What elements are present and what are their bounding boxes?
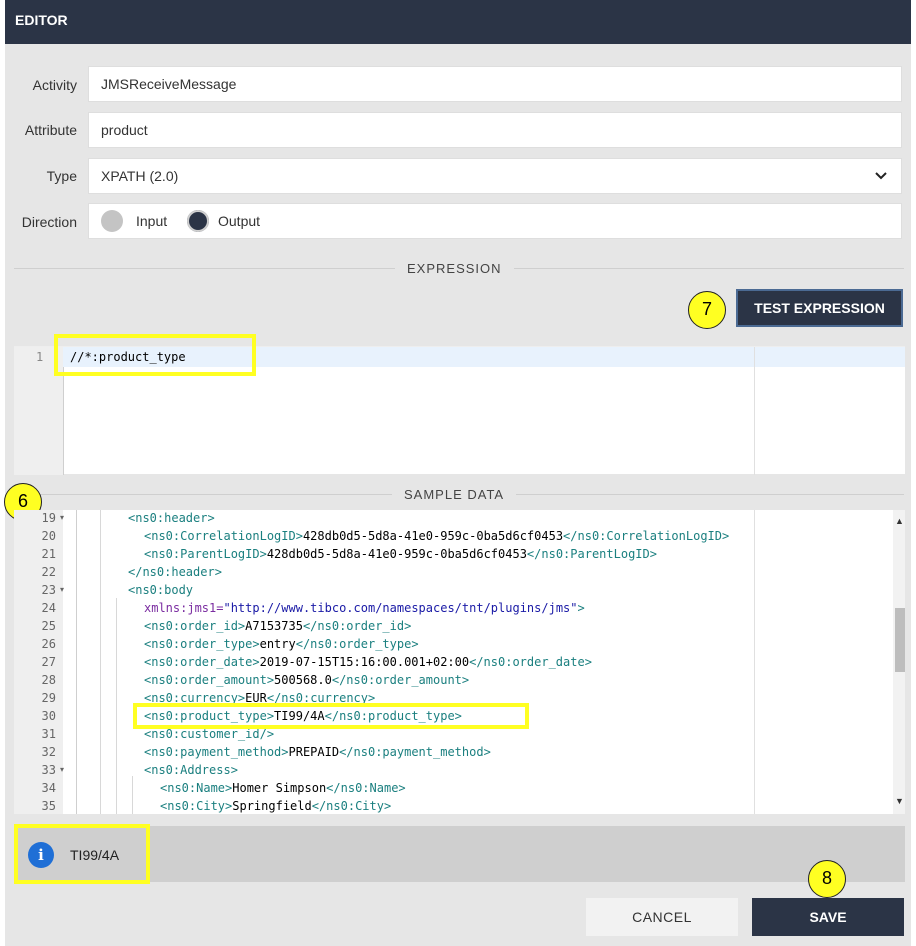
code-line-34: <ns0:Name>Homer Simpson</ns0:Name> (160, 781, 406, 795)
code-line-28: <ns0:order_amount>500568.0</ns0:order_am… (144, 673, 470, 687)
direction-output-radio[interactable] (187, 210, 209, 232)
direction-output-label: Output (218, 213, 261, 229)
direction-input-label: Input (136, 213, 168, 229)
code-line-20: <ns0:CorrelationLogID>428db0d5-5d8a-41e0… (144, 529, 730, 543)
fold-toggle-icon[interactable]: ▾ (60, 581, 64, 599)
editor-header: EDITOR (5, 0, 911, 44)
cancel-button[interactable]: CANCEL (586, 898, 738, 936)
line-number-32: 32 (41, 745, 56, 759)
line-number-23: 23 (41, 583, 56, 597)
line-number-19: 19 (41, 511, 56, 525)
editor-title: EDITOR (15, 12, 68, 28)
line-number-29: 29 (41, 691, 56, 705)
line-number-24: 24 (41, 601, 56, 615)
line-number-35: 35 (41, 799, 56, 813)
code-line-27: <ns0:order_date>2019-07-15T15:16:00.001+… (144, 655, 592, 669)
scroll-up-icon[interactable]: ▲ (895, 516, 904, 526)
line-number-28: 28 (41, 673, 56, 687)
code-line-21: <ns0:ParentLogID>428db0d5-5d8a-41e0-959c… (144, 547, 657, 561)
fold-toggle-icon[interactable]: ▾ (60, 761, 64, 779)
expression-highlight (54, 334, 256, 376)
attribute-label: Attribute (24, 122, 77, 138)
line-number-31: 31 (41, 727, 56, 741)
type-value: XPATH (2.0) (101, 168, 179, 184)
sample-section-label: SAMPLE DATA (392, 487, 517, 502)
code-line-25: <ns0:order_id>A7153735</ns0:order_id> (144, 619, 412, 633)
line-number-22: 22 (41, 565, 56, 579)
test-expression-button[interactable]: TEST EXPRESSION (736, 289, 903, 327)
save-button[interactable]: SAVE (752, 898, 904, 936)
chevron-down-icon (875, 159, 887, 205)
line-number-30: 30 (41, 709, 56, 723)
attribute-field[interactable]: product (88, 112, 902, 148)
code-line-35: <ns0:City>Springfield</ns0:City> (160, 799, 392, 813)
callout-7: 7 (688, 291, 726, 329)
line-number-33: 33 (41, 763, 56, 777)
code-line-23: <ns0:body (128, 583, 194, 597)
code-line-19: <ns0:header> (128, 511, 215, 525)
direction-label: Direction (21, 214, 77, 230)
activity-field[interactable]: JMSReceiveMessage (88, 66, 902, 102)
code-line-22: </ns0:header> (128, 565, 222, 579)
line-number-21: 21 (41, 547, 56, 561)
line-number-34: 34 (41, 781, 56, 795)
line-number-25: 25 (41, 619, 56, 633)
activity-value: JMSReceiveMessage (101, 76, 237, 92)
code-line-33: <ns0:Address> (144, 763, 238, 777)
fold-toggle-icon[interactable]: ▾ (60, 510, 64, 527)
direction-field (88, 203, 902, 239)
activity-label: Activity (32, 77, 77, 93)
scroll-down-icon[interactable]: ▼ (895, 796, 904, 806)
product-type-highlight (133, 703, 529, 729)
type-label: Type (46, 168, 77, 184)
callout-8: 8 (808, 860, 846, 898)
line-number-27: 27 (41, 655, 56, 669)
code-line-26: <ns0:order_type>entry</ns0:order_type> (144, 637, 419, 651)
line-number: 1 (36, 350, 44, 364)
sample-scrollbar[interactable]: ▲ ▼ (893, 510, 905, 814)
code-line-24: xmlns:jms1="http://www.tibco.com/namespa… (144, 601, 585, 615)
attribute-value: product (101, 122, 148, 138)
line-number-20: 20 (41, 529, 56, 543)
direction-input-radio[interactable] (101, 210, 123, 232)
line-number-26: 26 (41, 637, 56, 651)
sample-data-editor[interactable]: 19 ▾ 20 21 22 23 ▾ 24 25 26 27 28 29 30 31 32 33 ▾ 34 35 <n… (14, 510, 905, 814)
result-highlight (14, 824, 150, 884)
scrollbar-thumb[interactable] (895, 608, 905, 672)
expression-section-label: EXPRESSION (395, 261, 514, 276)
code-line-32: <ns0:payment_method>PREPAID</ns0:payment… (144, 745, 491, 759)
type-select[interactable]: XPATH (2.0) (88, 158, 902, 194)
